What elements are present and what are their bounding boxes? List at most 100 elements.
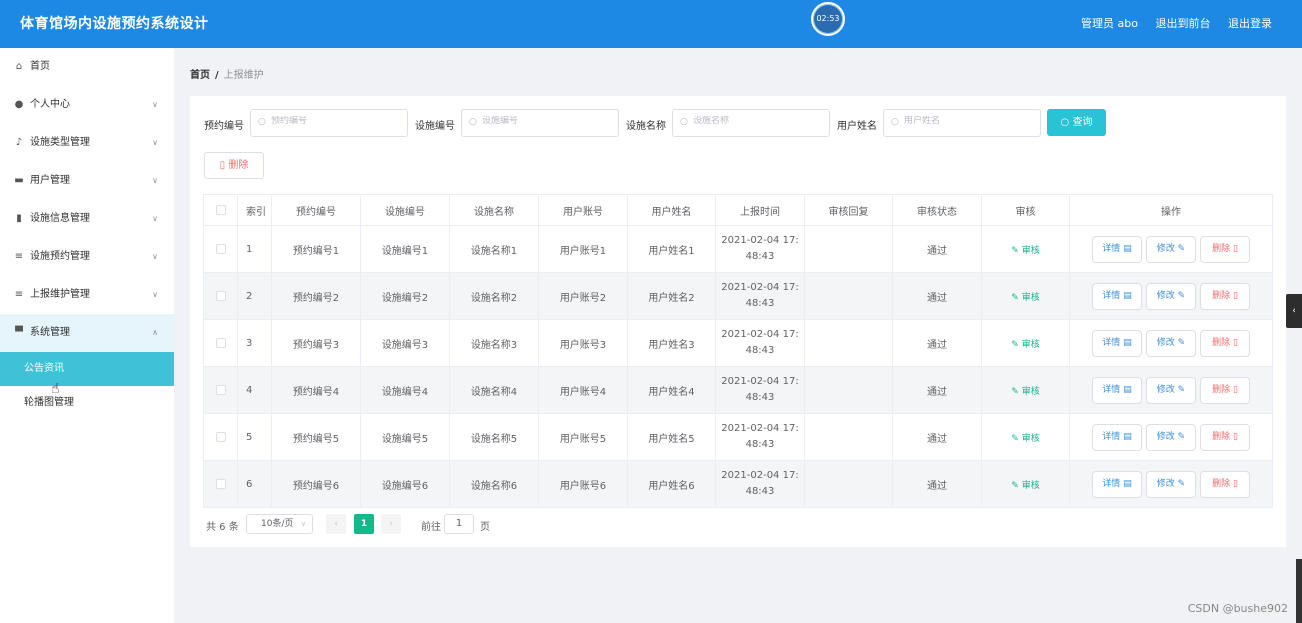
facility-no-input[interactable]: [482, 116, 612, 126]
detail-button[interactable]: 详情 ▤: [1092, 376, 1142, 404]
delete-button[interactable]: 删除 ▯: [1200, 423, 1250, 451]
sidebar-item-system[interactable]: ▀ 系统管理 ∧: [0, 314, 174, 352]
audit-link[interactable]: ✎ 审核: [1011, 481, 1039, 491]
search-icon: ○: [258, 117, 266, 127]
cell-status: 通过: [892, 225, 982, 273]
batch-delete-button[interactable]: ▯ 删除: [204, 152, 264, 179]
detail-button[interactable]: 详情 ▤: [1092, 235, 1142, 263]
document-icon: ▤: [1123, 384, 1132, 395]
current-page-button[interactable]: 1: [354, 514, 374, 534]
delete-button[interactable]: 删除 ▯: [1200, 282, 1250, 310]
cell-report-time: 2021-02-04 17: 48:43: [715, 413, 805, 461]
edit-label: 修改: [1156, 478, 1175, 489]
select-all-checkbox[interactable]: [215, 204, 226, 215]
cell-actions: 详情 ▤ 修改 ✎ 删除 ▯: [1069, 272, 1273, 320]
booking-no-input[interactable]: [271, 116, 401, 126]
table-row: 6 预约编号6 设施编号6 设施名称6 用户账号6 用户姓名6 2021-02-04 17:…: [203, 460, 1273, 508]
audit-link[interactable]: ✎ 审核: [1011, 340, 1039, 350]
user-name-input-box[interactable]: ○: [883, 109, 1041, 137]
sidebar-item-label: 上报维护管理: [30, 289, 90, 300]
row-select-cell: [203, 272, 238, 320]
sidebar-item-label: 设施信息管理: [30, 213, 90, 224]
cell-facility-no: 设施编号2: [360, 272, 450, 320]
row-checkbox[interactable]: [215, 478, 226, 489]
next-page-button[interactable]: ›: [381, 514, 401, 534]
detail-button[interactable]: 详情 ▤: [1092, 329, 1142, 357]
audit-link[interactable]: ✎ 审核: [1011, 434, 1039, 444]
sidebar-subitem-announcements[interactable]: 公告资讯 ☝: [0, 352, 174, 397]
collapse-toggle-button[interactable]: ‹: [1286, 294, 1302, 328]
breadcrumb-home[interactable]: 首页: [190, 70, 210, 81]
booking-no-input-box[interactable]: ○: [250, 109, 408, 137]
delete-button[interactable]: 删除 ▯: [1200, 329, 1250, 357]
edit-button[interactable]: 修改 ✎: [1146, 470, 1196, 498]
detail-button[interactable]: 详情 ▤: [1092, 470, 1142, 498]
facility-name-input[interactable]: [693, 116, 823, 126]
back-to-front-link[interactable]: 退出到前台: [1156, 17, 1211, 30]
audit-label: 审核: [1021, 386, 1040, 397]
booking-no-label: 预约编号: [204, 121, 244, 132]
cell-user-name: 用户姓名3: [627, 319, 716, 367]
edit-label: 修改: [1156, 243, 1175, 254]
chevron-down-icon: ∨: [300, 520, 306, 528]
facility-no-input-box[interactable]: ○: [461, 109, 619, 137]
prev-page-button[interactable]: ‹: [326, 514, 346, 534]
sidebar-item-facility-type[interactable]: ♪ 设施类型管理 ∨: [0, 124, 174, 162]
top-header: 体育馆场内设施预约系统设计 02:53 管理员 abo 退出到前台 退出登录: [0, 0, 1302, 48]
edit-button[interactable]: 修改 ✎: [1146, 329, 1196, 357]
facility-name-input-box[interactable]: ○: [672, 109, 830, 137]
sidebar-item-booking[interactable]: ≡ 设施预约管理 ∨: [0, 238, 174, 276]
cell-booking-no: 预约编号4: [271, 366, 361, 414]
cell-actions: 详情 ▤ 修改 ✎ 删除 ▯: [1069, 366, 1273, 414]
query-button[interactable]: ○ 查询: [1047, 109, 1106, 136]
search-icon: ○: [680, 117, 688, 127]
delete-button[interactable]: 删除 ▯: [1200, 235, 1250, 263]
side-scroll-handle[interactable]: [1296, 559, 1302, 623]
row-checkbox[interactable]: [215, 243, 226, 254]
cell-facility-no: 设施编号3: [360, 319, 450, 367]
detail-label: 详情: [1102, 384, 1121, 395]
cell-reply: [804, 272, 893, 320]
sidebar-item-users[interactable]: ▬ 用户管理 ∨: [0, 162, 174, 200]
row-checkbox[interactable]: [215, 290, 226, 301]
audit-label: 审核: [1021, 480, 1040, 491]
audit-link[interactable]: ✎ 审核: [1011, 387, 1039, 397]
row-checkbox[interactable]: [215, 384, 226, 395]
chevron-down-icon: ∨: [152, 176, 158, 185]
edit-button[interactable]: 修改 ✎: [1146, 423, 1196, 451]
detail-button[interactable]: 详情 ▤: [1092, 282, 1142, 310]
sidebar-item-profile[interactable]: ● 个人中心 ∨: [0, 86, 174, 124]
edit-label: 修改: [1156, 337, 1175, 348]
cell-booking-no: 预约编号3: [271, 319, 361, 367]
user-name-input[interactable]: [904, 116, 1034, 126]
cell-audit: ✎ 审核: [981, 272, 1070, 320]
audit-link[interactable]: ✎ 审核: [1011, 293, 1039, 303]
detail-button[interactable]: 详情 ▤: [1092, 423, 1142, 451]
cell-reply: [804, 413, 893, 461]
delete-button[interactable]: 删除 ▯: [1200, 376, 1250, 404]
row-select-cell: [203, 319, 238, 367]
goto-page-input[interactable]: 1: [444, 514, 474, 534]
edit-button[interactable]: 修改 ✎: [1146, 235, 1196, 263]
logout-link[interactable]: 退出登录: [1228, 17, 1272, 30]
document-icon: ▤: [1123, 431, 1132, 442]
edit-button[interactable]: 修改 ✎: [1146, 376, 1196, 404]
audit-link[interactable]: ✎ 审核: [1011, 246, 1039, 256]
cell-status: 通过: [892, 319, 982, 367]
sidebar-item-facility-info[interactable]: ▮ 设施信息管理 ∨: [0, 200, 174, 238]
delete-button[interactable]: 删除 ▯: [1200, 470, 1250, 498]
row-checkbox[interactable]: [215, 431, 226, 442]
hand-cursor-icon: ☝: [51, 381, 60, 397]
time-clock: 48:43: [745, 392, 775, 403]
page-size-select[interactable]: 10条/页 ∨: [246, 514, 313, 534]
cell-index: 3: [237, 319, 272, 367]
sidebar-subitem-carousel[interactable]: 轮播图管理: [0, 386, 174, 420]
edit-button[interactable]: 修改 ✎: [1146, 282, 1196, 310]
cell-actions: 详情 ▤ 修改 ✎ 删除 ▯: [1069, 319, 1273, 367]
row-checkbox[interactable]: [215, 337, 226, 348]
sidebar-item-home[interactable]: ⌂ 首页: [0, 48, 174, 86]
cell-account: 用户账号2: [538, 272, 628, 320]
cell-booking-no: 预约编号1: [271, 225, 361, 273]
sidebar-item-maintenance[interactable]: ≡ 上报维护管理 ∨: [0, 276, 174, 314]
cell-audit: ✎ 审核: [981, 460, 1070, 508]
